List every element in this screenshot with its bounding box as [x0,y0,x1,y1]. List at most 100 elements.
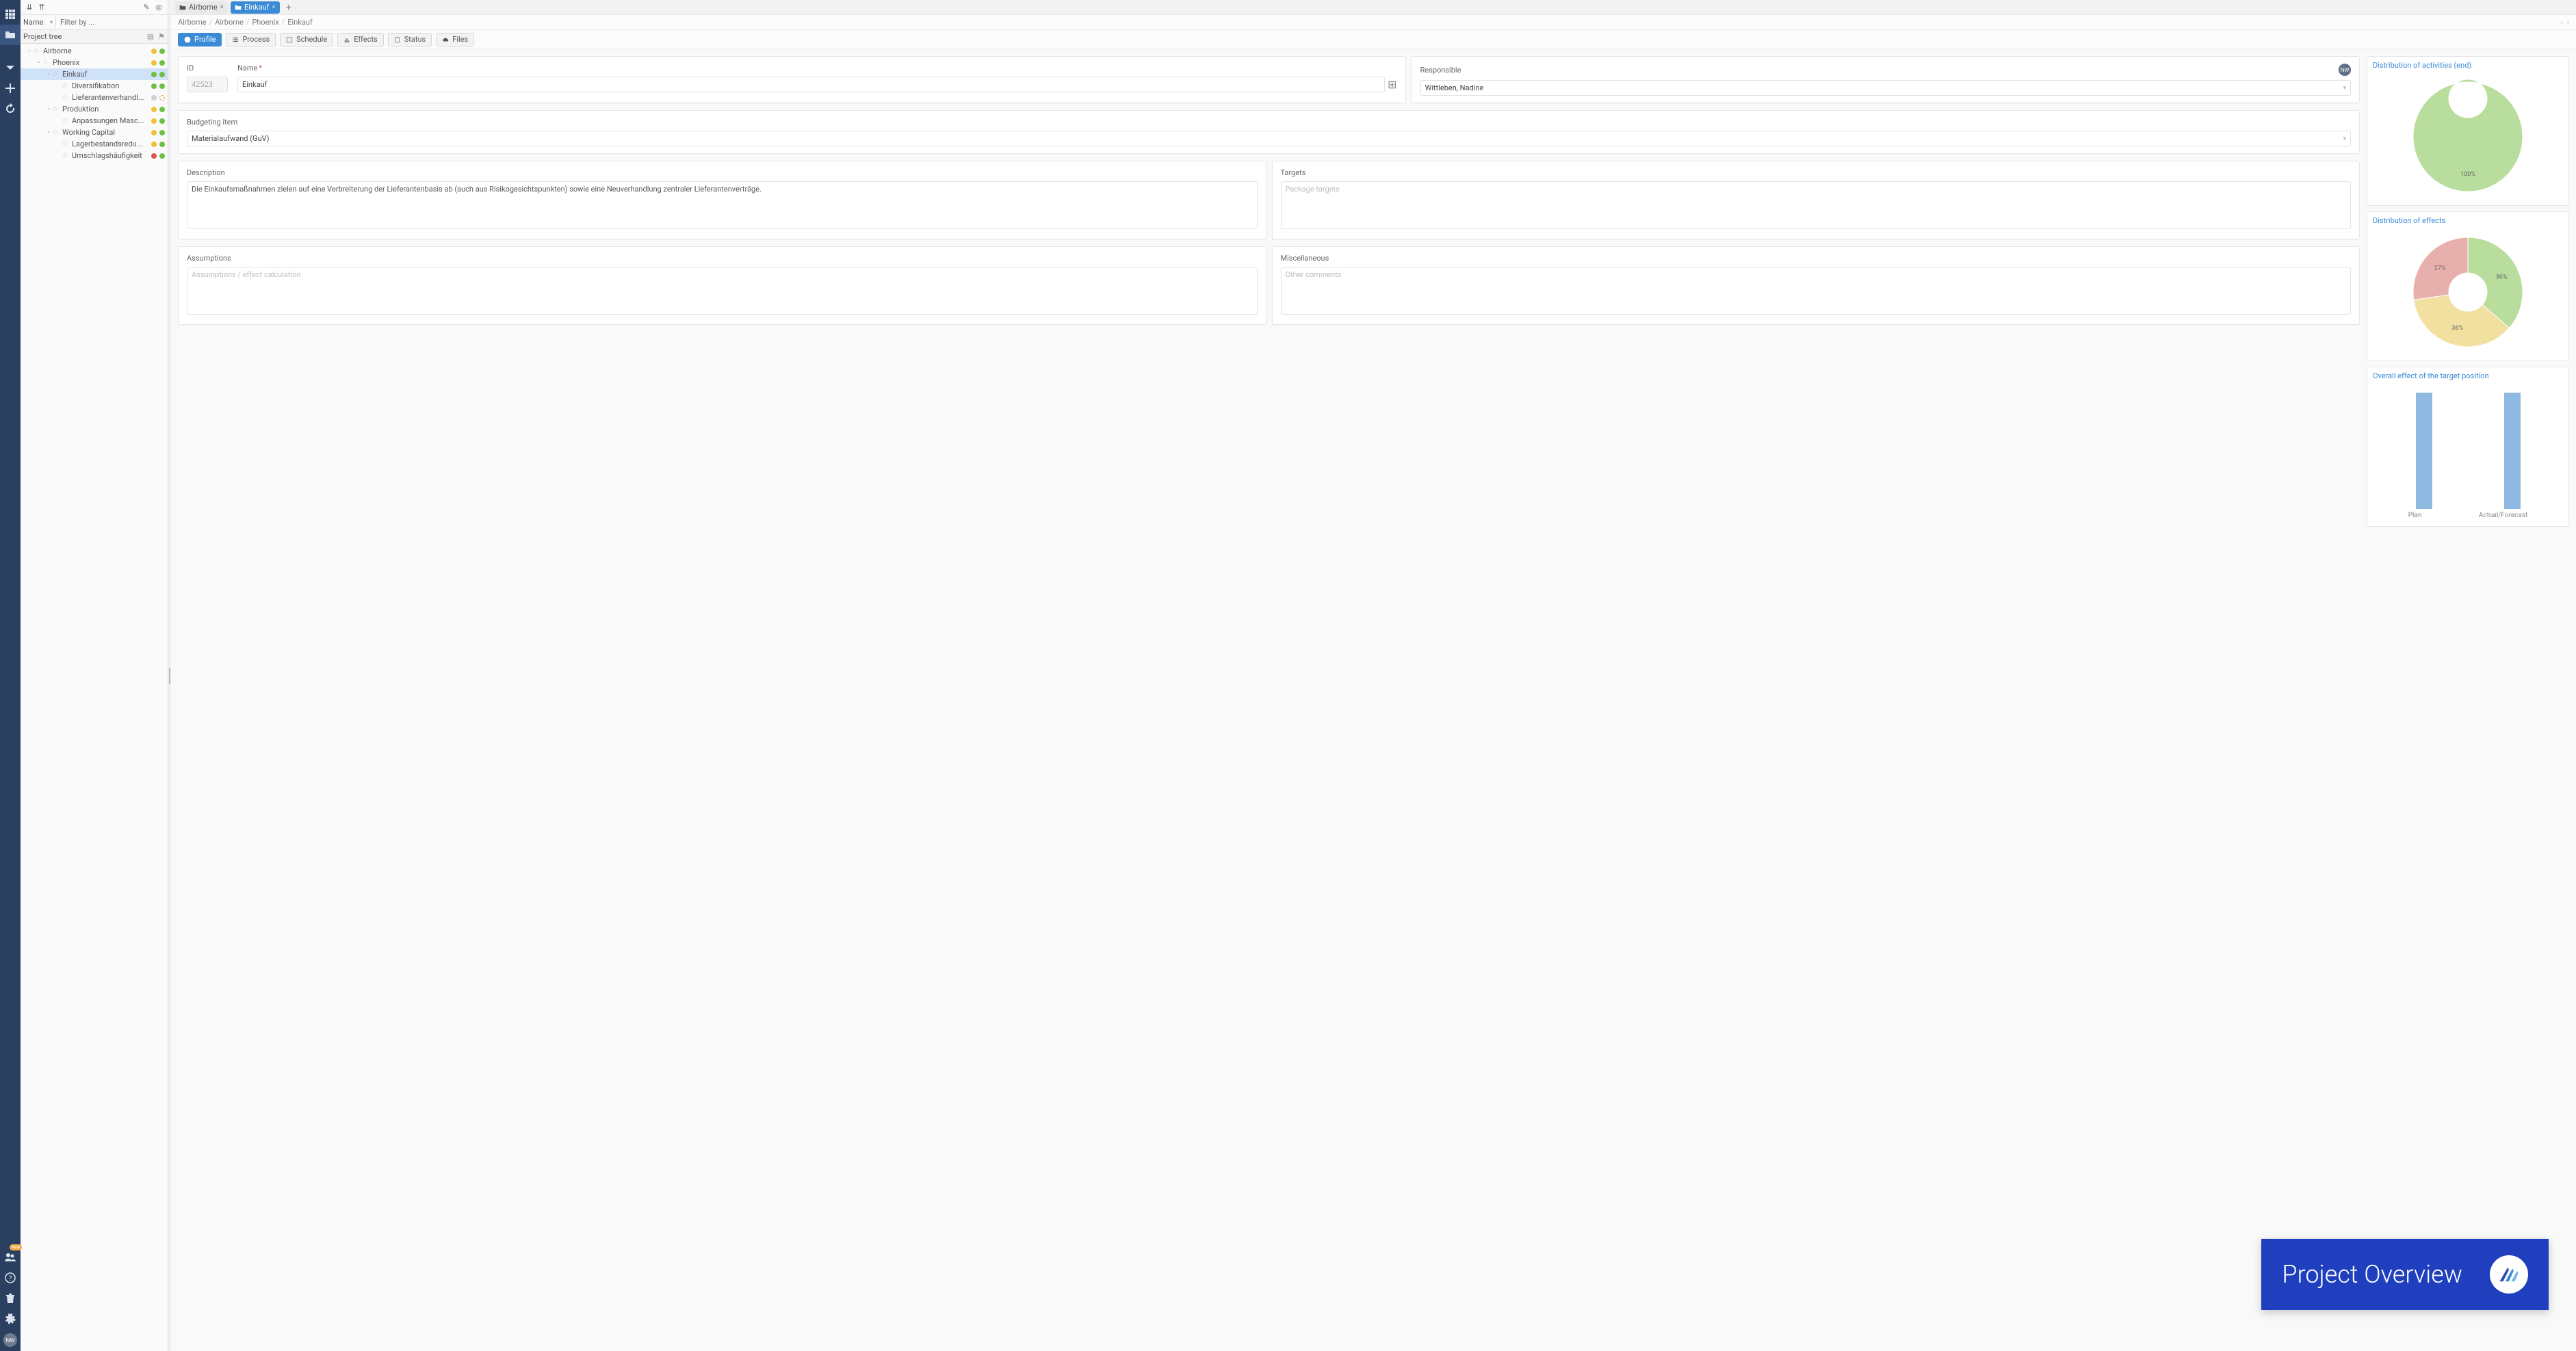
tree-item[interactable]: ☆ Lagerbestandsredu... [21,138,168,150]
help-icon[interactable]: ? [0,1268,21,1288]
files-button[interactable]: Files [436,33,474,47]
tree-item[interactable]: - ☆ Working Capital [21,127,168,138]
schedule-button[interactable]: Schedule [280,33,333,47]
tree-item-label: Phoenix [53,58,148,67]
target-bars [2373,386,2563,509]
misc-field[interactable] [1281,267,2352,315]
sidebar-resize-handle[interactable] [168,0,171,1351]
star-icon[interactable]: ☆ [52,129,60,136]
chevron-down-icon: ▾ [50,19,53,25]
effects-button[interactable]: Effects [337,33,384,47]
hierarchy-icon[interactable]: ⊞ [1388,78,1396,91]
tree-header: Project tree ▤ ⚑ [21,30,168,44]
effects-title: Distribution of effects [2373,216,2563,225]
star-icon[interactable]: ☆ [52,70,60,78]
flag-icon[interactable]: ⚑ [158,32,165,41]
activities-chart: Distribution of activities (end) 100% [2367,56,2569,206]
trash-icon[interactable] [0,1288,21,1309]
tree-item[interactable]: ☆ Diversifikation [21,80,168,92]
expand-all-icon[interactable]: ⇈ [36,1,48,14]
tree-item[interactable]: ☆ Umschlagshäufigkeit [21,150,168,161]
close-icon[interactable]: × [220,3,224,11]
star-icon[interactable]: ☆ [52,105,60,113]
description-field[interactable] [187,181,1258,229]
star-icon[interactable]: ☆ [62,117,70,124]
breadcrumb-item[interactable]: Airborne [215,18,244,27]
list-icon [232,36,239,43]
breadcrumb-item[interactable]: Phoenix [252,18,278,27]
plus-icon[interactable] [0,78,21,99]
status-dot [151,95,157,101]
tree-toggle-icon[interactable]: - [45,129,52,136]
overlay-banner: Project Overview [2261,1239,2549,1310]
status-dot [151,118,157,124]
donut-label: 100% [2460,171,2475,178]
star-icon[interactable]: ☆ [62,140,70,148]
apps-icon[interactable] [0,4,21,25]
close-icon[interactable]: × [272,3,275,11]
folder-icon[interactable] [0,25,21,45]
star-icon[interactable]: ☆ [62,82,70,90]
tree-item[interactable]: ☆ Anpassungen Masc... [21,115,168,127]
tree-item-label: Working Capital [62,128,148,137]
status-dot [159,95,165,101]
toolbar-label: Schedule [296,35,327,44]
tree-toggle-icon[interactable]: - [36,59,42,66]
toolbar-label: Effects [354,35,378,44]
donut-label: 36% [2496,274,2508,281]
refresh-icon[interactable] [0,99,21,119]
profile-button[interactable]: iProfile [178,33,222,47]
budgeting-select[interactable]: Materialaufwand (GuV) ▾ [187,131,2351,146]
tree-item[interactable]: - ☆ Phoenix [21,57,168,68]
filter-input[interactable] [56,15,168,29]
breadcrumb-item[interactable]: Airborne [178,18,207,27]
bar-label: Actual/Forecast [2479,512,2527,519]
tree-item-label: Produktion [62,105,148,114]
targets-field[interactable] [1281,181,2352,229]
star-icon[interactable]: ☆ [62,152,70,159]
tree-item[interactable]: ☆ Lieferantenverhandl... [21,92,168,103]
toolbar-label: Status [404,35,426,44]
activities-donut: 100% [2406,75,2529,198]
add-tab-button[interactable]: + [283,1,295,14]
svg-text:?: ? [9,1275,12,1283]
status-dot [159,107,165,112]
users-icon[interactable]: New [0,1247,21,1268]
tree-toggle-icon[interactable]: - [45,70,52,78]
prev-icon[interactable]: ‹ [2560,18,2562,27]
next-icon[interactable]: › [2567,18,2569,27]
chevron-down-icon[interactable] [0,57,21,78]
status-button[interactable]: Status [388,33,432,47]
avatar[interactable]: NW [3,1333,17,1347]
assumptions-field[interactable] [187,267,1258,315]
star-icon[interactable]: ☆ [42,59,51,66]
status-dot [159,153,165,159]
star-icon[interactable]: ☆ [33,47,41,55]
collapse-all-icon[interactable]: ⇊ [23,1,36,14]
id-field [187,77,228,92]
status-dot [151,130,157,135]
toolbar-label: Profile [194,35,216,44]
tree-item[interactable]: - ☆ Airborne [21,45,168,57]
target-chart: Overall effect of the target position Pl… [2367,367,2569,527]
filter-type-label: Name [23,18,43,27]
tree-item[interactable]: - ☆ Produktion [21,103,168,115]
target-icon[interactable]: ◎ [153,1,165,14]
overlay-text: Project Overview [2282,1260,2462,1289]
tab[interactable]: Einkauf× [231,1,280,14]
tree-item[interactable]: - ☆ Einkauf [21,68,168,80]
tree-toggle-icon[interactable]: - [45,105,52,113]
name-field[interactable] [237,77,1385,92]
status-dot [159,142,165,147]
star-icon[interactable]: ☆ [62,94,70,101]
gear-icon[interactable] [0,1309,21,1329]
status-dot [151,142,157,147]
tab[interactable]: Airborne× [175,1,228,14]
filter-type-dropdown[interactable]: Name ▾ [21,15,56,29]
breadcrumb-item[interactable]: Einkauf [287,18,312,27]
tree-toggle-icon[interactable]: - [26,47,33,55]
calendar-icon[interactable]: ▤ [147,32,154,41]
responsible-select[interactable]: Wittleben, Nadine ▾ [1420,80,2351,96]
process-button[interactable]: Process [226,33,276,47]
wand-icon[interactable]: ✎ [140,1,153,14]
